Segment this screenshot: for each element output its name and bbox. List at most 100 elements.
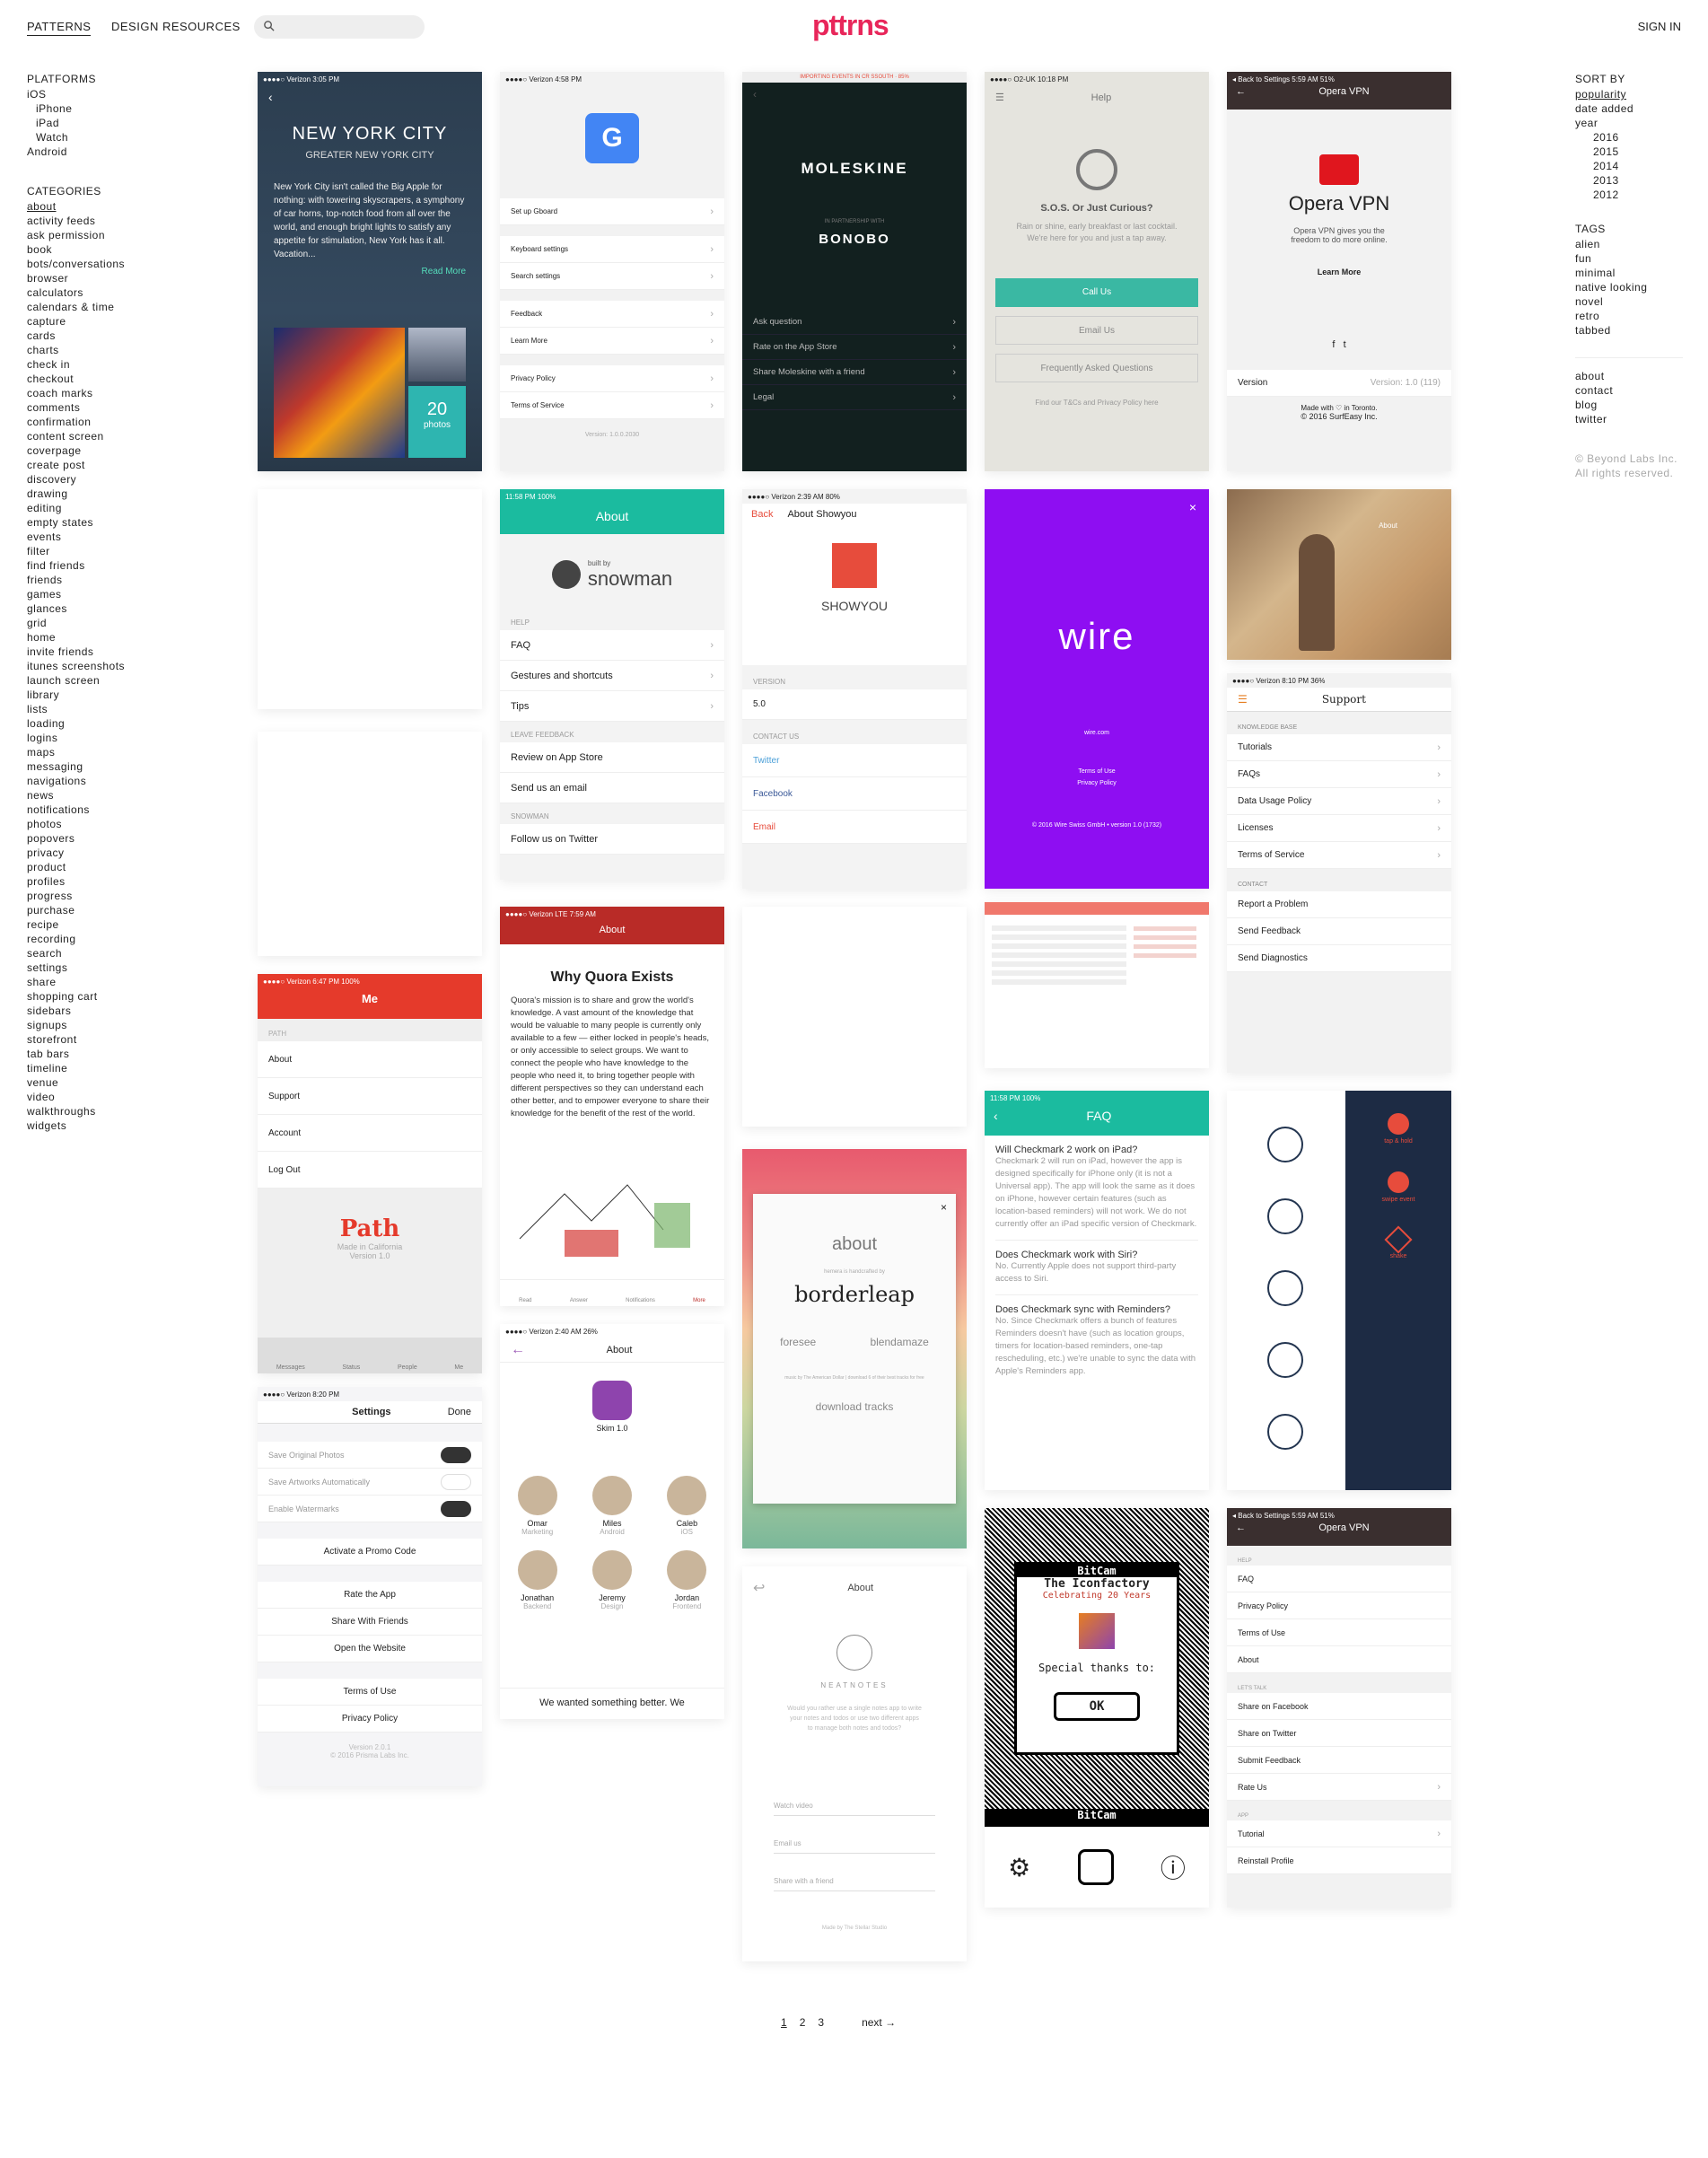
category-item[interactable]: activity feeds (27, 214, 162, 228)
category-item[interactable]: walkthroughs (27, 1104, 162, 1118)
twitter-icon[interactable]: t (1344, 339, 1346, 350)
category-item[interactable]: timeline (27, 1061, 162, 1075)
category-item[interactable]: coach marks (27, 386, 162, 400)
tab-answer[interactable]: Answer (570, 1298, 588, 1303)
email-us-button[interactable]: Email Us (995, 316, 1198, 345)
card-wire[interactable]: × wire wire.com Terms of Use Privacy Pol… (985, 489, 1209, 889)
year-2013[interactable]: 2013 (1575, 173, 1683, 188)
category-item[interactable]: widgets (27, 1118, 162, 1133)
category-item[interactable]: events (27, 530, 162, 544)
done-button[interactable]: Done (448, 1407, 471, 1417)
category-item[interactable]: check in (27, 357, 162, 372)
category-item[interactable]: navigations (27, 774, 162, 788)
foresee-link[interactable]: foresee (780, 1336, 816, 1348)
sort-year[interactable]: year (1575, 116, 1683, 130)
footer-twitter[interactable]: twitter (1575, 412, 1683, 426)
card-gestures[interactable]: tap & hold swipe event shake (1227, 1091, 1451, 1490)
category-item[interactable]: charts (27, 343, 162, 357)
card-snowman[interactable]: 11:58 PM 100% About built by snowman HELP… (500, 489, 724, 880)
page-1[interactable]: 1 (781, 2016, 787, 2029)
category-item[interactable]: messaging (27, 759, 162, 774)
category-item[interactable]: find friends (27, 558, 162, 573)
facebook-icon[interactable]: f (1332, 339, 1335, 350)
category-item[interactable]: cards (27, 329, 162, 343)
category-item[interactable]: coverpage (27, 443, 162, 458)
tag-novel[interactable]: novel (1575, 294, 1683, 309)
back-arrow-icon[interactable]: ← (1236, 1522, 1246, 1533)
tab-people[interactable]: People (398, 1364, 417, 1371)
learn-more-link[interactable]: Learn More (1227, 268, 1451, 276)
about-row[interactable]: About (1227, 1646, 1451, 1673)
toggle-save-original[interactable]: Save Original Photos (258, 1442, 482, 1469)
search-input[interactable] (254, 15, 425, 39)
category-item[interactable]: maps (27, 745, 162, 759)
category-item[interactable]: tab bars (27, 1047, 162, 1061)
legal-row[interactable]: Legal › (742, 385, 967, 410)
gesture-circle-icon[interactable] (1267, 1198, 1303, 1234)
ask-question-row[interactable]: Ask question › (742, 310, 967, 335)
rate-row[interactable]: Rate on the App Store › (742, 335, 967, 360)
close-icon[interactable]: × (941, 1201, 947, 1214)
toggle-watermarks[interactable]: Enable Watermarks (258, 1496, 482, 1522)
faq-row[interactable]: FAQ › (500, 630, 724, 661)
toggle-save-artworks[interactable]: Save Artworks Automatically (258, 1469, 482, 1496)
card-opera-settings[interactable]: ◂ Back to Settings 5:59 AM 51% ← Opera VP… (1227, 1508, 1451, 1908)
card-showyou[interactable]: ●●●●○ Verizon 2:39 AM 80% Back About Sho… (742, 489, 967, 889)
info-icon[interactable]: ⓘ (1161, 1849, 1186, 1885)
data-usage-row[interactable]: Data Usage Policy › (1227, 788, 1451, 815)
tips-row[interactable]: Tips › (500, 691, 724, 722)
ok-button[interactable]: OK (1054, 1692, 1140, 1721)
nav-patterns[interactable]: PATTERNS (27, 20, 92, 36)
category-item[interactable]: signups (27, 1018, 162, 1032)
path-row-about[interactable]: About (258, 1041, 482, 1078)
download-tracks-link[interactable]: download tracks (753, 1400, 956, 1413)
city-photo[interactable] (274, 328, 405, 458)
category-item[interactable]: invite friends (27, 645, 162, 659)
tab-status[interactable]: Status (342, 1364, 360, 1371)
footer-contact[interactable]: contact (1575, 383, 1683, 398)
category-item[interactable]: comments (27, 400, 162, 415)
reinstall-row[interactable]: Reinstall Profile (1227, 1847, 1451, 1874)
category-item[interactable]: calendars & time (27, 300, 162, 314)
card-neatnotes[interactable]: ↩ About NEATNOTES Would you rather use a… (742, 1566, 967, 1961)
category-item[interactable]: content screen (27, 429, 162, 443)
share-facebook-row[interactable]: Share on Facebook (1227, 1693, 1451, 1720)
category-item[interactable]: lists (27, 702, 162, 716)
card-blank-1[interactable] (258, 489, 482, 709)
terms-row[interactable]: Terms of Use (1227, 1619, 1451, 1646)
gesture-circle-icon[interactable] (1267, 1342, 1303, 1378)
facebook-link[interactable]: Facebook (742, 777, 967, 811)
card-blank-2[interactable] (258, 732, 482, 956)
blendamaze-link[interactable]: blendamaze (870, 1336, 928, 1348)
card-nyc[interactable]: ●●●●○ Verizon 3:05 PM ‹ NEW YORK CITY GR… (258, 72, 482, 471)
promo-code-button[interactable]: Activate a Promo Code (258, 1539, 482, 1566)
category-item[interactable]: create post (27, 458, 162, 472)
category-item[interactable]: profiles (27, 874, 162, 889)
category-item[interactable]: loading (27, 716, 162, 731)
gboard-keyboard-row[interactable]: Keyboard settings › (500, 236, 724, 263)
tag-native-looking[interactable]: native looking (1575, 280, 1683, 294)
faq-question[interactable]: Does Checkmark sync with Reminders? (995, 1304, 1198, 1315)
watch-video-link[interactable]: Watch video (774, 1796, 935, 1816)
menu-icon[interactable]: ☰ (995, 92, 1004, 103)
twitter-link[interactable]: Twitter (742, 744, 967, 777)
tag-tabbed[interactable]: tabbed (1575, 323, 1683, 338)
sort-date-added[interactable]: date added (1575, 101, 1683, 116)
category-item[interactable]: purchase (27, 903, 162, 917)
faq-row[interactable]: FAQ (1227, 1566, 1451, 1592)
toggle-switch-on[interactable] (441, 1446, 471, 1463)
category-item[interactable]: ask permission (27, 228, 162, 242)
licenses-row[interactable]: Licenses › (1227, 815, 1451, 842)
platform-ipad[interactable]: iPad (27, 116, 162, 130)
tab-me[interactable]: Me (454, 1364, 463, 1371)
category-item[interactable]: recording (27, 932, 162, 946)
gear-icon[interactable]: ⚙ (1008, 1853, 1030, 1882)
category-item[interactable]: video (27, 1090, 162, 1104)
page-2[interactable]: 2 (800, 2016, 806, 2029)
page-3[interactable]: 3 (818, 2016, 824, 2029)
back-icon[interactable]: ‹ (258, 86, 482, 108)
category-item[interactable]: grid (27, 616, 162, 630)
privacy-link[interactable]: Privacy Policy (985, 780, 1209, 786)
category-item[interactable]: browser (27, 271, 162, 285)
category-item[interactable]: privacy (27, 846, 162, 860)
